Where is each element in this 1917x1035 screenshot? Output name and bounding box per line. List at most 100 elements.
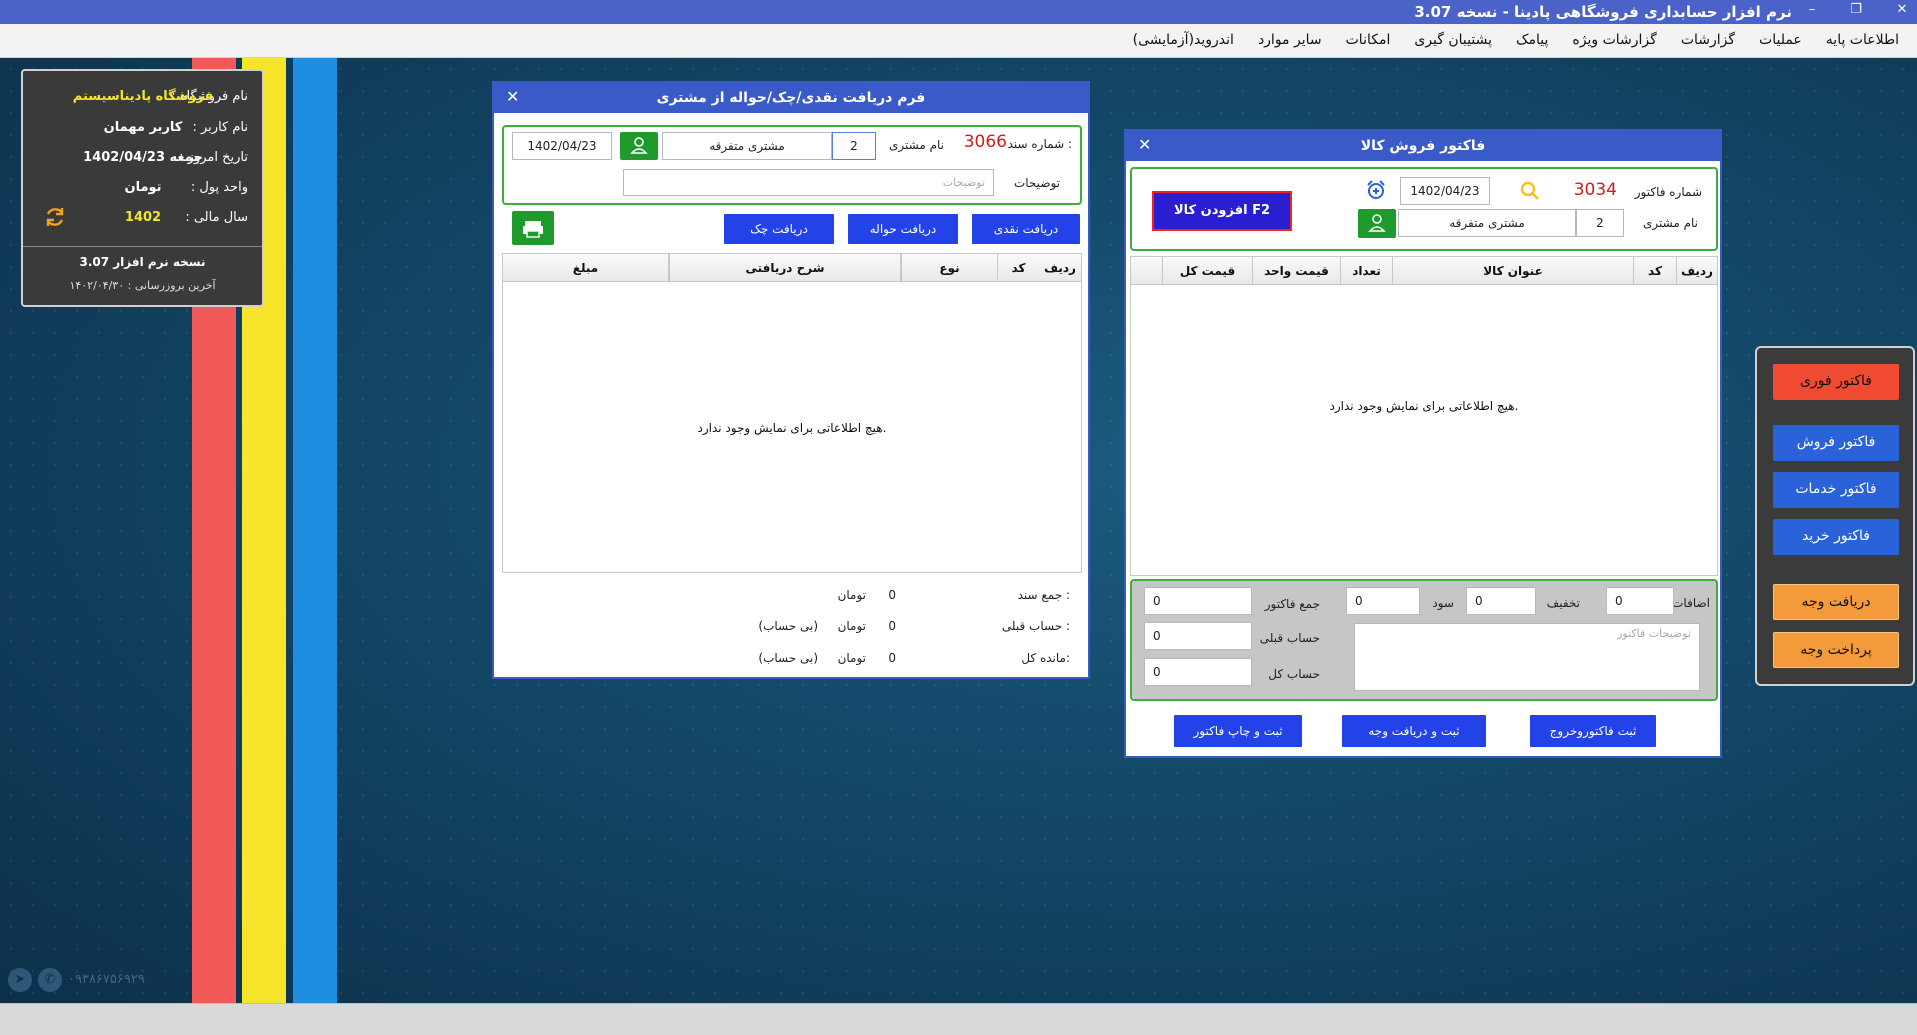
balance-unit: تومان xyxy=(837,651,866,665)
search-icon[interactable] xyxy=(1518,179,1542,203)
save-print-button[interactable]: ثبت و چاپ فاکتور xyxy=(1174,715,1302,747)
receive-date-input[interactable]: 1402/04/23 xyxy=(512,132,612,160)
doc-total-unit: تومان xyxy=(837,588,866,602)
status-bar xyxy=(0,1003,1917,1035)
currency-label: واحد پول : xyxy=(190,180,248,195)
restore-icon[interactable]: ❐ xyxy=(1845,2,1867,20)
printer-icon xyxy=(523,221,543,238)
fiscal-year-label: سال مالی : xyxy=(185,210,248,225)
receive-form-window: فرم دریافت نقدی/چک/حواله از مشتری ✕ شمار… xyxy=(492,81,1090,679)
invoice-header-frame: شماره فاکتور 3034 1402/04/23 نام مشتری 2… xyxy=(1130,167,1718,251)
invoice-total-label: جمع فاکتور xyxy=(1264,597,1320,611)
purchase-invoice-button[interactable]: فاکتور خرید xyxy=(1773,519,1899,555)
whatsapp-icon: ✆ xyxy=(38,968,62,992)
profit-input[interactable]: 0 xyxy=(1346,587,1420,615)
user-icon xyxy=(630,137,648,154)
select-customer-button[interactable] xyxy=(620,132,658,160)
invoice-number-value: 3034 xyxy=(1573,180,1617,200)
alarm-clock-icon[interactable] xyxy=(1364,178,1388,202)
col-row[interactable]: ردیف xyxy=(1677,257,1717,285)
invoice-totals-frame: اضافات 0 تخفیف 0 سود 0 جمع فاکتور 0 حساب… xyxy=(1130,579,1718,701)
invoice-notes-input[interactable]: توضیحات فاکتور xyxy=(1354,623,1700,691)
notes-input[interactable]: توضیحات xyxy=(623,169,994,196)
balance-note: (بی حساب) xyxy=(758,651,818,665)
profit-label: سود xyxy=(1432,596,1454,610)
prev-account-label: حساب قبلی : xyxy=(1001,619,1070,633)
menu-item-reports[interactable]: گزارشات xyxy=(1681,32,1735,48)
col-row[interactable]: ردیف xyxy=(1039,254,1081,282)
invoice-date-input[interactable]: 1402/04/23 xyxy=(1400,177,1490,205)
check-receive-button[interactable]: دریافت چک xyxy=(724,214,834,244)
doc-number-label: شماره سند : xyxy=(1007,137,1072,151)
stripe-blue xyxy=(293,58,337,1003)
minimize-icon[interactable]: – xyxy=(1801,2,1823,20)
telegram-icon: ➤ xyxy=(8,968,32,992)
discount-input[interactable]: 0 xyxy=(1466,587,1536,615)
fiscal-year-value: 1402 xyxy=(124,210,162,225)
title-bar: نرم افزار حسابداری فروشگاهی پادینا - نسخ… xyxy=(0,0,1917,24)
close-icon[interactable]: ✕ xyxy=(1138,135,1151,154)
quick-actions-panel: فاکتور فوری فاکتور فروش فاکتور خدمات فاک… xyxy=(1755,346,1915,686)
receive-grid-header: ردیف کد نوع شرح دریافتی مبلغ xyxy=(503,254,1081,282)
print-button[interactable] xyxy=(512,211,554,245)
doc-total-value: 0 xyxy=(888,588,896,602)
total-account-input[interactable]: 0 xyxy=(1144,658,1252,686)
discount-label: تخفیف xyxy=(1546,596,1580,610)
last-update: آخرین بروزرسانی : ۱۴۰۲/۰۴/۳۰ xyxy=(69,279,216,292)
menu-item-operations[interactable]: عملیات xyxy=(1759,32,1802,48)
invoice-items-grid: ردیف کد عنوان کالا تعداد قیمت واحد قیمت … xyxy=(1130,256,1718,576)
save-exit-button[interactable]: ثبت فاکتوروخروج xyxy=(1530,715,1656,747)
doc-number-value: 3066 xyxy=(963,132,1007,152)
receive-payment-button[interactable]: دریافت وجه xyxy=(1773,584,1899,620)
close-icon[interactable]: ✕ xyxy=(506,87,519,106)
invoice-grid-empty-text: هیچ اطلاعاتی برای نمایش وجود ندارد. xyxy=(1329,399,1519,413)
invoice-select-customer-button[interactable] xyxy=(1358,209,1396,238)
menu-item-backup[interactable]: پشتیبان گیری xyxy=(1414,32,1492,48)
menu-item-android[interactable]: اندروید(آزمایشی) xyxy=(1133,32,1234,48)
menu-item-sms[interactable]: پیامک xyxy=(1516,32,1548,48)
col-type[interactable]: نوع xyxy=(901,254,997,282)
col-code[interactable]: کد xyxy=(1633,257,1677,285)
close-icon[interactable]: ✕ xyxy=(1891,2,1913,20)
add-item-button[interactable]: افزودن کالا F2 xyxy=(1152,191,1292,231)
store-name-value: فروشگاه پادیناسیستم xyxy=(72,89,214,104)
quick-invoice-button[interactable]: فاکتور فوری xyxy=(1773,364,1899,400)
menu-item-features[interactable]: امکانات xyxy=(1346,32,1391,48)
user-icon xyxy=(1368,214,1386,232)
refresh-icon[interactable] xyxy=(43,205,67,229)
additions-input[interactable]: 0 xyxy=(1606,587,1674,615)
menu-bar: اطلاعات پایه عملیات گزارشات گزارشات ویژه… xyxy=(0,24,1917,58)
doc-total-label: جمع سند : xyxy=(1017,588,1070,602)
invoice-title: فاکتور فروش کالا xyxy=(1126,131,1720,161)
receive-header-frame: شماره سند : 3066 نام مشتری 2 مشتری متفرق… xyxy=(502,125,1082,205)
col-amount[interactable]: مبلغ xyxy=(503,254,669,282)
store-info-panel: نام فروشگاه : فروشگاه پادیناسیستم نام کا… xyxy=(21,69,264,307)
col-item-title[interactable]: عنوان کالا xyxy=(1392,257,1633,285)
col-code[interactable]: کد xyxy=(997,254,1039,282)
sales-invoice-window: فاکتور فروش کالا ✕ شماره فاکتور 3034 140… xyxy=(1124,129,1722,758)
cash-receive-button[interactable]: دریافت نقدی xyxy=(972,214,1080,244)
total-account-label: حساب کل xyxy=(1268,667,1320,681)
transfer-receive-button[interactable]: دریافت حواله xyxy=(848,214,958,244)
app-title: نرم افزار حسابداری فروشگاهی پادینا - نسخ… xyxy=(1414,3,1792,21)
col-description[interactable]: شرح دریافتی xyxy=(669,254,901,282)
customer-name-input[interactable]: مشتری متفرقه xyxy=(662,132,832,160)
save-receive-button[interactable]: ثبت و دریافت وجه xyxy=(1342,715,1486,747)
col-total-price[interactable]: قیمت کل xyxy=(1162,257,1252,285)
make-payment-button[interactable]: پرداخت وجه xyxy=(1773,632,1899,668)
menu-item-special-reports[interactable]: گزارشات ویژه xyxy=(1572,32,1656,48)
sales-invoice-button[interactable]: فاکتور فروش xyxy=(1773,425,1899,461)
prev-account-label: حساب قبلی xyxy=(1259,631,1320,645)
menu-item-other[interactable]: سایر موارد xyxy=(1258,32,1322,48)
customer-code-input[interactable]: 2 xyxy=(832,132,876,160)
prev-account-input[interactable]: 0 xyxy=(1144,622,1252,650)
col-quantity[interactable]: تعداد xyxy=(1340,257,1392,285)
col-unit-price[interactable]: قیمت واحد xyxy=(1252,257,1340,285)
service-invoice-button[interactable]: فاکتور خدمات xyxy=(1773,472,1899,508)
user-name-label: نام کاربر : xyxy=(192,120,249,135)
invoice-total-input[interactable]: 0 xyxy=(1144,587,1252,615)
watermark-phone: ۰۹۳۸۶۷۵۶۹۲۹ xyxy=(68,972,145,987)
invoice-customer-name-input[interactable]: مشتری متفرقه xyxy=(1398,209,1576,237)
invoice-customer-code-input[interactable]: 2 xyxy=(1576,209,1624,237)
menu-item-base-info[interactable]: اطلاعات پایه xyxy=(1826,32,1899,48)
